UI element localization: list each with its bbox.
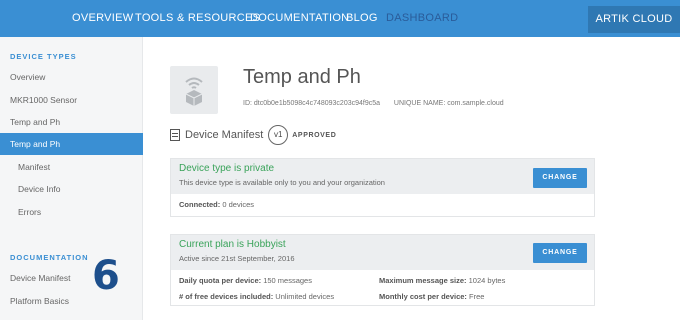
device-type-meta: ID: dtc0b0e1b5098c4c748093c203c94f9c5a U… [243,100,504,107]
nav-overview[interactable]: OVERVIEW [72,12,134,24]
monthly-cost-label: Monthly cost per device: [379,292,467,301]
sidebar-item-temp-and-ph-active[interactable]: Temp and Ph [0,133,143,155]
sidebar-item-platform-basics[interactable]: Platform Basics [0,290,143,312]
connected-value: 0 devices [222,200,255,209]
max-message-size-value: 1024 bytes [468,276,506,285]
step-number-overlay: 6 [92,253,120,299]
sidebar-heading-device-types: DEVICE TYPES [10,52,77,61]
document-icon [170,129,180,141]
change-privacy-button[interactable]: CHANGE [533,168,587,188]
sidebar-item-manifest[interactable]: Manifest [0,156,143,178]
daily-quota-value: 150 messages [263,276,312,285]
nav-blog[interactable]: BLOG [346,12,378,24]
wifi-device-icon [185,77,203,106]
connected-label: Connected: [179,200,221,209]
device-id-value: dtc0b0e1b5098c4c748093c203c94f9c5a [253,100,381,107]
device-id-label: ID: [243,100,252,107]
plan-card-body: Daily quota per device: 150 messages Max… [171,270,594,305]
sidebar-item-device-info[interactable]: Device Info [0,178,143,200]
privacy-card-header: Device type is private This device type … [171,159,594,194]
manifest-row: Device Manifest v1 APPROVED [170,124,336,146]
daily-quota-label: Daily quota per device: [179,276,262,285]
daily-quota: Daily quota per device: 150 messages [179,276,312,285]
plan-card-title: Current plan is Hobbyist [179,239,286,250]
privacy-card: Device type is private This device type … [170,158,595,217]
privacy-card-title: Device type is private [179,163,275,174]
free-devices-value: Unlimited devices [275,292,335,301]
monthly-cost: Monthly cost per device: Free [379,292,484,301]
nav-documentation[interactable]: DOCUMENTATION [250,12,349,24]
unique-name-value: com.sample.cloud [447,100,504,107]
free-devices-label: # of free devices included: [179,292,274,301]
sidebar-item-temp-and-ph[interactable]: Temp and Ph [0,111,143,133]
device-manifest-label[interactable]: Device Manifest [185,129,263,141]
device-type-title: Temp and Ph [243,66,361,88]
max-message-size-label: Maximum message size: [379,276,467,285]
monthly-cost-value: Free [469,292,485,301]
device-type-icon-box [170,66,218,114]
manifest-version-badge: v1 [268,125,289,145]
unique-name-label: UNIQUE NAME: [393,100,446,107]
plan-card: Current plan is Hobbyist Active since 21… [170,234,595,306]
sidebar-item-mkr1000-sensor[interactable]: MKR1000 Sensor [0,89,143,111]
nav-dashboard[interactable]: DASHBOARD [386,12,458,24]
sidebar-item-overview[interactable]: Overview [0,66,143,88]
change-plan-button[interactable]: CHANGE [533,243,587,263]
top-nav: OVERVIEW TOOLS & RESOURCES DOCUMENTATION… [0,0,680,37]
privacy-card-body: Connected: 0 devices [171,194,594,215]
sidebar-heading-documentation: DOCUMENTATION [10,253,89,262]
sidebar: DEVICE TYPES Overview MKR1000 Sensor Tem… [0,37,143,320]
max-message-size: Maximum message size: 1024 bytes [379,276,505,285]
sidebar-item-device-manifest[interactable]: Device Manifest [0,267,143,289]
plan-card-header: Current plan is Hobbyist Active since 21… [171,235,594,270]
privacy-card-subtitle: This device type is available only to yo… [179,178,385,187]
artik-cloud-button[interactable]: ARTIK CLOUD [588,6,680,33]
free-devices: # of free devices included: Unlimited de… [179,292,334,301]
sidebar-item-errors[interactable]: Errors [0,201,143,223]
plan-card-subtitle: Active since 21st September, 2016 [179,254,295,263]
manifest-status: APPROVED [292,131,337,139]
nav-tools-resources[interactable]: TOOLS & RESOURCES [135,12,260,24]
